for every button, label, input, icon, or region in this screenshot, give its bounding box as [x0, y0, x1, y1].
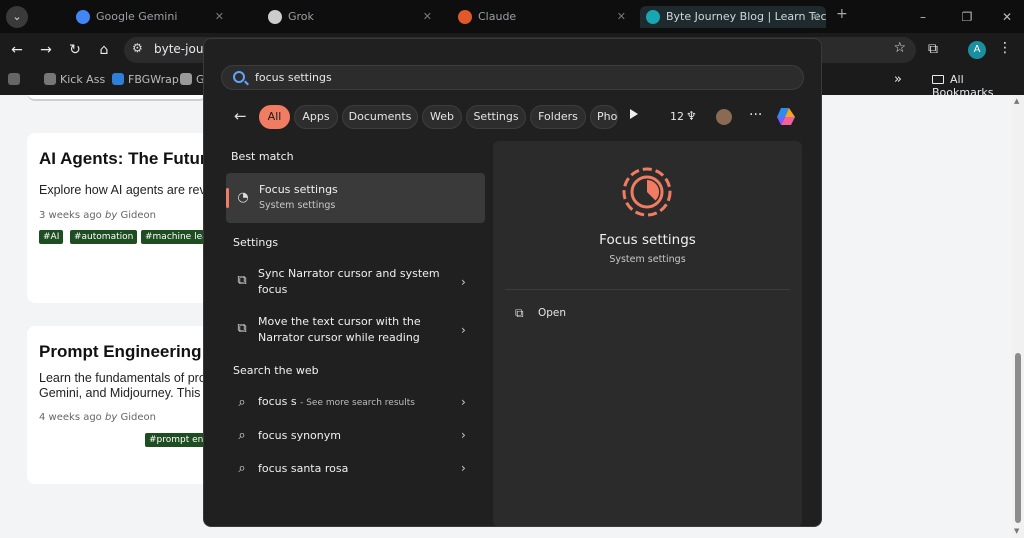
best-match-heading: Best match: [231, 150, 294, 163]
open-external-icon: ⧉: [515, 306, 524, 320]
focus-large-icon: [622, 167, 672, 217]
result-title-line: Sync Narrator cursor and system: [258, 267, 440, 280]
search-icon: ⌕: [238, 461, 246, 476]
filter-settings[interactable]: Settings: [466, 105, 526, 129]
trophy-icon[interactable]: ♆: [686, 109, 697, 123]
filter-photos[interactable]: Photos: [590, 105, 618, 129]
apps-icon[interactable]: [8, 73, 24, 89]
chevron-right-icon[interactable]: ›: [461, 323, 466, 337]
preview-subtitle: System settings: [609, 254, 686, 265]
new-tab-icon[interactable]: +: [836, 6, 848, 22]
browser-tab-bar: ⌄ Google Gemini ✕ Grok ✕ Claude ✕ Byte J…: [0, 0, 1024, 33]
minimize-icon[interactable]: –: [912, 6, 934, 28]
preview-title: Focus settings: [599, 232, 696, 248]
home-icon[interactable]: ⌂: [94, 40, 114, 60]
scrollbar-thumb[interactable]: [1015, 353, 1021, 523]
close-window-icon[interactable]: ✕: [996, 6, 1018, 28]
profile-avatar[interactable]: A: [968, 41, 986, 59]
focus-icon: ◔: [237, 190, 249, 205]
close-tab-icon[interactable]: ✕: [617, 6, 626, 28]
tab-label: Byte Journey Blog | Learn Tech: [666, 10, 826, 23]
extensions-icon[interactable]: ⧉: [928, 41, 938, 57]
close-tab-icon[interactable]: ✕: [215, 6, 224, 28]
search-web-heading: Search the web: [233, 364, 319, 377]
settings-heading: Settings: [233, 236, 279, 249]
tab-grok[interactable]: Grok ✕: [262, 6, 438, 28]
tab-claude[interactable]: Claude ✕: [452, 6, 632, 28]
copilot-icon[interactable]: [775, 105, 797, 127]
reload-icon[interactable]: ↻: [65, 40, 85, 60]
result-title-line: Narrator cursor while reading: [258, 331, 420, 344]
chevron-right-icon[interactable]: ›: [461, 461, 466, 475]
site-info-icon[interactable]: ⚙: [132, 41, 143, 55]
open-label: Open: [538, 307, 567, 319]
tag[interactable]: #automation: [70, 230, 138, 244]
tag[interactable]: #AI: [39, 230, 64, 244]
bookmark-item[interactable]: Kick Ass: [44, 73, 105, 89]
filter-all[interactable]: All: [259, 105, 290, 129]
chevron-right-icon[interactable]: ›: [461, 275, 466, 289]
tab-search-icon[interactable]: ⌄: [6, 6, 28, 28]
user-avatar[interactable]: [716, 109, 732, 125]
search-input[interactable]: focus settings: [221, 65, 804, 90]
bookmark-favicon-icon: [44, 73, 56, 85]
more-options-icon[interactable]: ···: [749, 107, 762, 123]
divider: [505, 289, 790, 290]
result-preview-pane: Focus settings System settings ⧉ Open: [493, 141, 802, 526]
forward-icon[interactable]: →: [36, 40, 56, 60]
browser-menu-icon[interactable]: ⋮: [998, 40, 1012, 56]
close-tab-icon[interactable]: ✕: [811, 6, 820, 28]
filter-folders[interactable]: Folders: [530, 105, 586, 129]
windows-search-panel: focus settings ← All Apps Documents Web …: [203, 38, 822, 527]
bookmark-favicon-icon: [112, 73, 124, 85]
bookmark-favicon-icon: [180, 73, 192, 85]
search-icon: ⌕: [238, 395, 246, 410]
folder-icon: [932, 75, 944, 84]
tab-label: Google Gemini: [96, 10, 178, 23]
search-icon: ⌕: [238, 428, 246, 443]
result-subtitle: System settings: [259, 200, 336, 211]
search-icon: [233, 71, 245, 83]
tab-label: Grok: [288, 10, 314, 23]
bookmark-item[interactable]: FBGWrap: [112, 73, 179, 89]
best-match-result[interactable]: ◔ Focus settings System settings: [226, 173, 485, 223]
bookmark-star-icon[interactable]: ☆: [893, 40, 906, 56]
filter-web[interactable]: Web: [422, 105, 462, 129]
scroll-up-icon[interactable]: ▲: [1014, 97, 1019, 105]
tab-label: Claude: [478, 10, 517, 23]
back-arrow-icon[interactable]: ←: [234, 107, 247, 125]
close-tab-icon[interactable]: ✕: [423, 6, 432, 28]
more-filters-icon[interactable]: [630, 109, 638, 119]
filter-documents[interactable]: Documents: [342, 105, 418, 129]
scroll-down-icon[interactable]: ▼: [1014, 527, 1019, 535]
filter-apps[interactable]: Apps: [294, 105, 338, 129]
chevron-right-icon[interactable]: ›: [461, 428, 466, 442]
back-icon[interactable]: ←: [7, 40, 27, 60]
card-meta: 3 weeks ago by Gideon: [39, 210, 156, 221]
card-stub: [27, 95, 207, 101]
web-result-text: focus s - See more search results: [258, 395, 415, 408]
result-title-line: Move the text cursor with the: [258, 315, 421, 328]
web-result-text: focus synonym: [258, 429, 341, 442]
card-meta: 4 weeks ago by Gideon: [39, 412, 156, 423]
tab-byte-journey[interactable]: Byte Journey Blog | Learn Tech ✕: [640, 6, 826, 28]
more-bookmarks-icon[interactable]: »: [894, 72, 902, 87]
tab-gemini[interactable]: Google Gemini ✕: [70, 6, 230, 28]
search-query: focus settings: [255, 71, 332, 84]
maximize-icon[interactable]: ❐: [956, 6, 978, 28]
result-title: Focus settings: [259, 183, 338, 196]
claude-favicon-icon: [458, 10, 472, 24]
gemini-favicon-icon: [76, 10, 90, 24]
web-result-text: focus santa rosa: [258, 462, 349, 475]
chevron-right-icon[interactable]: ›: [461, 395, 466, 409]
narrator-icon: ⧉: [237, 273, 247, 288]
grok-favicon-icon: [268, 10, 282, 24]
narrator-icon: ⧉: [237, 321, 247, 336]
result-title-line: focus: [258, 283, 288, 296]
page-scrollbar[interactable]: ▲ ▼: [1012, 95, 1024, 538]
selection-indicator: [226, 188, 229, 208]
rewards-points: 12: [670, 110, 684, 123]
byte-journey-favicon-icon: [646, 10, 660, 24]
